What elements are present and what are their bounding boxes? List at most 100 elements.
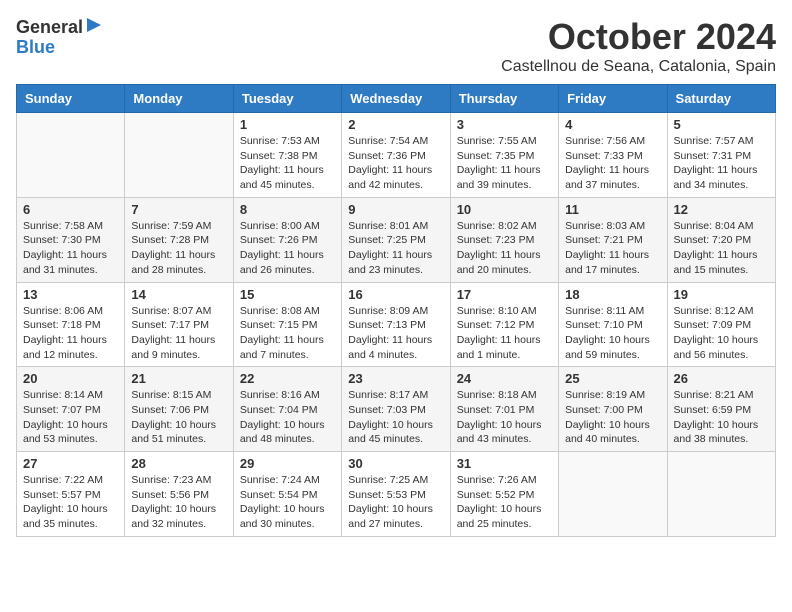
month-title: October 2024: [501, 16, 776, 58]
calendar-day-cell: 21 Sunrise: 8:15 AM Sunset: 7:06 PM Dayli…: [125, 367, 233, 452]
calendar-week-row: 6 Sunrise: 7:58 AM Sunset: 7:30 PM Daylig…: [17, 197, 776, 282]
day-number: 11: [565, 202, 660, 217]
day-number: 27: [23, 456, 118, 471]
calendar-day-cell: 19 Sunrise: 8:12 AM Sunset: 7:09 PM Dayli…: [667, 282, 775, 367]
day-info: Sunrise: 7:23 AM Sunset: 5:56 PM Dayligh…: [131, 473, 226, 532]
logo-blue-text: Blue: [16, 38, 103, 56]
calendar-day-cell: 10 Sunrise: 8:02 AM Sunset: 7:23 PM Dayli…: [450, 197, 558, 282]
day-info: Sunrise: 7:26 AM Sunset: 5:52 PM Dayligh…: [457, 473, 552, 532]
weekday-header-sunday: Sunday: [17, 85, 125, 113]
calendar-table: SundayMondayTuesdayWednesdayThursdayFrid…: [16, 84, 776, 537]
day-info: Sunrise: 8:06 AM Sunset: 7:18 PM Dayligh…: [23, 304, 118, 363]
calendar-day-cell: [559, 452, 667, 537]
day-number: 16: [348, 287, 443, 302]
day-number: 10: [457, 202, 552, 217]
day-info: Sunrise: 7:57 AM Sunset: 7:31 PM Dayligh…: [674, 134, 769, 193]
day-info: Sunrise: 8:02 AM Sunset: 7:23 PM Dayligh…: [457, 219, 552, 278]
day-number: 22: [240, 371, 335, 386]
day-info: Sunrise: 8:07 AM Sunset: 7:17 PM Dayligh…: [131, 304, 226, 363]
day-info: Sunrise: 8:21 AM Sunset: 6:59 PM Dayligh…: [674, 388, 769, 447]
calendar-day-cell: 7 Sunrise: 7:59 AM Sunset: 7:28 PM Daylig…: [125, 197, 233, 282]
day-number: 17: [457, 287, 552, 302]
day-number: 1: [240, 117, 335, 132]
day-info: Sunrise: 8:14 AM Sunset: 7:07 PM Dayligh…: [23, 388, 118, 447]
calendar-day-cell: 2 Sunrise: 7:54 AM Sunset: 7:36 PM Daylig…: [342, 113, 450, 198]
day-number: 19: [674, 287, 769, 302]
day-info: Sunrise: 8:17 AM Sunset: 7:03 PM Dayligh…: [348, 388, 443, 447]
day-number: 2: [348, 117, 443, 132]
calendar-day-cell: 31 Sunrise: 7:26 AM Sunset: 5:52 PM Dayli…: [450, 452, 558, 537]
calendar-day-cell: 26 Sunrise: 8:21 AM Sunset: 6:59 PM Dayli…: [667, 367, 775, 452]
calendar-day-cell: 17 Sunrise: 8:10 AM Sunset: 7:12 PM Dayli…: [450, 282, 558, 367]
day-info: Sunrise: 7:54 AM Sunset: 7:36 PM Dayligh…: [348, 134, 443, 193]
calendar-day-cell: 23 Sunrise: 8:17 AM Sunset: 7:03 PM Dayli…: [342, 367, 450, 452]
weekday-header-saturday: Saturday: [667, 85, 775, 113]
location-title: Castellnou de Seana, Catalonia, Spain: [501, 58, 776, 76]
day-info: Sunrise: 7:24 AM Sunset: 5:54 PM Dayligh…: [240, 473, 335, 532]
day-number: 26: [674, 371, 769, 386]
day-number: 20: [23, 371, 118, 386]
weekday-header-tuesday: Tuesday: [233, 85, 341, 113]
day-info: Sunrise: 7:58 AM Sunset: 7:30 PM Dayligh…: [23, 219, 118, 278]
day-info: Sunrise: 8:01 AM Sunset: 7:25 PM Dayligh…: [348, 219, 443, 278]
calendar-day-cell: 28 Sunrise: 7:23 AM Sunset: 5:56 PM Dayli…: [125, 452, 233, 537]
day-info: Sunrise: 7:56 AM Sunset: 7:33 PM Dayligh…: [565, 134, 660, 193]
day-number: 24: [457, 371, 552, 386]
calendar-header-row: SundayMondayTuesdayWednesdayThursdayFrid…: [17, 85, 776, 113]
calendar-day-cell: 11Sunrise: 8:03 AM Sunset: 7:21 PM Dayli…: [559, 197, 667, 282]
day-number: 25: [565, 371, 660, 386]
day-number: 30: [348, 456, 443, 471]
day-info: Sunrise: 8:12 AM Sunset: 7:09 PM Dayligh…: [674, 304, 769, 363]
day-number: 14: [131, 287, 226, 302]
weekday-header-wednesday: Wednesday: [342, 85, 450, 113]
day-number: 18: [565, 287, 660, 302]
calendar-day-cell: 15Sunrise: 8:08 AM Sunset: 7:15 PM Dayli…: [233, 282, 341, 367]
day-number: 31: [457, 456, 552, 471]
day-number: 29: [240, 456, 335, 471]
day-number: 4: [565, 117, 660, 132]
calendar-day-cell: 6 Sunrise: 7:58 AM Sunset: 7:30 PM Daylig…: [17, 197, 125, 282]
weekday-header-thursday: Thursday: [450, 85, 558, 113]
day-number: 3: [457, 117, 552, 132]
logo-arrow-icon: [85, 16, 103, 34]
day-number: 13: [23, 287, 118, 302]
calendar-day-cell: 24 Sunrise: 8:18 AM Sunset: 7:01 PM Dayli…: [450, 367, 558, 452]
logo-general-text: General: [16, 18, 83, 36]
day-info: Sunrise: 8:00 AM Sunset: 7:26 PM Dayligh…: [240, 219, 335, 278]
calendar-week-row: 13 Sunrise: 8:06 AM Sunset: 7:18 PM Dayli…: [17, 282, 776, 367]
calendar-day-cell: 9 Sunrise: 8:01 AM Sunset: 7:25 PM Daylig…: [342, 197, 450, 282]
day-number: 9: [348, 202, 443, 217]
day-info: Sunrise: 8:16 AM Sunset: 7:04 PM Dayligh…: [240, 388, 335, 447]
calendar-day-cell: 29 Sunrise: 7:24 AM Sunset: 5:54 PM Dayli…: [233, 452, 341, 537]
calendar-day-cell: 16Sunrise: 8:09 AM Sunset: 7:13 PM Dayli…: [342, 282, 450, 367]
day-number: 12: [674, 202, 769, 217]
header: General Blue October 2024 Castellnou de …: [16, 16, 776, 76]
calendar-day-cell: 5 Sunrise: 7:57 AM Sunset: 7:31 PM Daylig…: [667, 113, 775, 198]
day-number: 7: [131, 202, 226, 217]
day-info: Sunrise: 8:10 AM Sunset: 7:12 PM Dayligh…: [457, 304, 552, 363]
calendar-day-cell: 27Sunrise: 7:22 AM Sunset: 5:57 PM Dayli…: [17, 452, 125, 537]
calendar-day-cell: 20 Sunrise: 8:14 AM Sunset: 7:07 PM Dayli…: [17, 367, 125, 452]
day-info: Sunrise: 7:25 AM Sunset: 5:53 PM Dayligh…: [348, 473, 443, 532]
day-number: 28: [131, 456, 226, 471]
day-info: Sunrise: 8:15 AM Sunset: 7:06 PM Dayligh…: [131, 388, 226, 447]
day-info: Sunrise: 7:59 AM Sunset: 7:28 PM Dayligh…: [131, 219, 226, 278]
day-info: Sunrise: 8:04 AM Sunset: 7:20 PM Dayligh…: [674, 219, 769, 278]
day-number: 21: [131, 371, 226, 386]
day-info: Sunrise: 8:18 AM Sunset: 7:01 PM Dayligh…: [457, 388, 552, 447]
calendar-week-row: 1Sunrise: 7:53 AM Sunset: 7:38 PM Daylig…: [17, 113, 776, 198]
calendar-day-cell: 18 Sunrise: 8:11 AM Sunset: 7:10 PM Dayli…: [559, 282, 667, 367]
calendar-day-cell: 30 Sunrise: 7:25 AM Sunset: 5:53 PM Dayli…: [342, 452, 450, 537]
calendar-day-cell: [17, 113, 125, 198]
day-number: 23: [348, 371, 443, 386]
calendar-day-cell: [125, 113, 233, 198]
day-info: Sunrise: 8:08 AM Sunset: 7:15 PM Dayligh…: [240, 304, 335, 363]
day-number: 6: [23, 202, 118, 217]
calendar-week-row: 20 Sunrise: 8:14 AM Sunset: 7:07 PM Dayli…: [17, 367, 776, 452]
day-number: 5: [674, 117, 769, 132]
calendar-day-cell: 3Sunrise: 7:55 AM Sunset: 7:35 PM Daylig…: [450, 113, 558, 198]
calendar-day-cell: [667, 452, 775, 537]
day-info: Sunrise: 8:11 AM Sunset: 7:10 PM Dayligh…: [565, 304, 660, 363]
calendar-day-cell: 14 Sunrise: 8:07 AM Sunset: 7:17 PM Dayli…: [125, 282, 233, 367]
calendar-day-cell: 1Sunrise: 7:53 AM Sunset: 7:38 PM Daylig…: [233, 113, 341, 198]
